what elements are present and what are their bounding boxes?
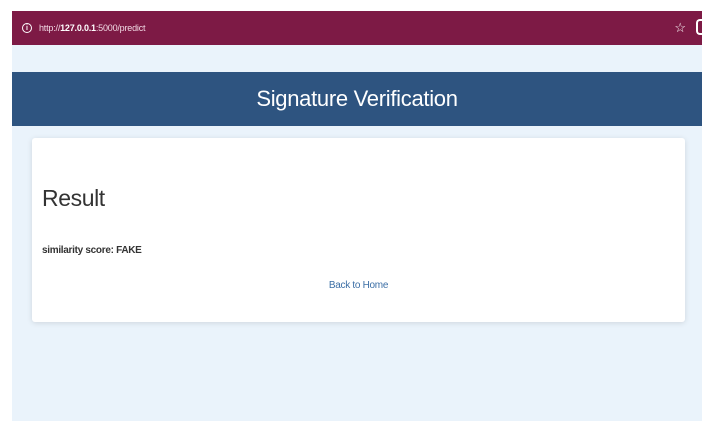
- star-icon[interactable]: ☆: [674, 20, 686, 36]
- page-content: Signature Verification Result similarity…: [12, 45, 702, 421]
- result-heading: Result: [42, 185, 105, 211]
- url-text[interactable]: http://127.0.0.1:5000/predict: [39, 23, 145, 33]
- url-prefix: http://: [39, 23, 61, 33]
- extension-icon[interactable]: [696, 19, 702, 35]
- page-header: Signature Verification: [12, 72, 702, 126]
- page-title: Signature Verification: [256, 86, 458, 111]
- info-icon[interactable]: i: [22, 23, 32, 33]
- url-host: 127.0.0.1: [60, 23, 96, 33]
- result-card: Result similarity score: FAKE Back to Ho…: [32, 138, 685, 322]
- browser-address-bar[interactable]: i http://127.0.0.1:5000/predict ☆: [12, 11, 702, 45]
- similarity-score-text: similarity score: FAKE: [42, 245, 142, 256]
- back-to-home-link[interactable]: Back to Home: [32, 280, 685, 291]
- url-path: :5000/predict: [95, 23, 146, 33]
